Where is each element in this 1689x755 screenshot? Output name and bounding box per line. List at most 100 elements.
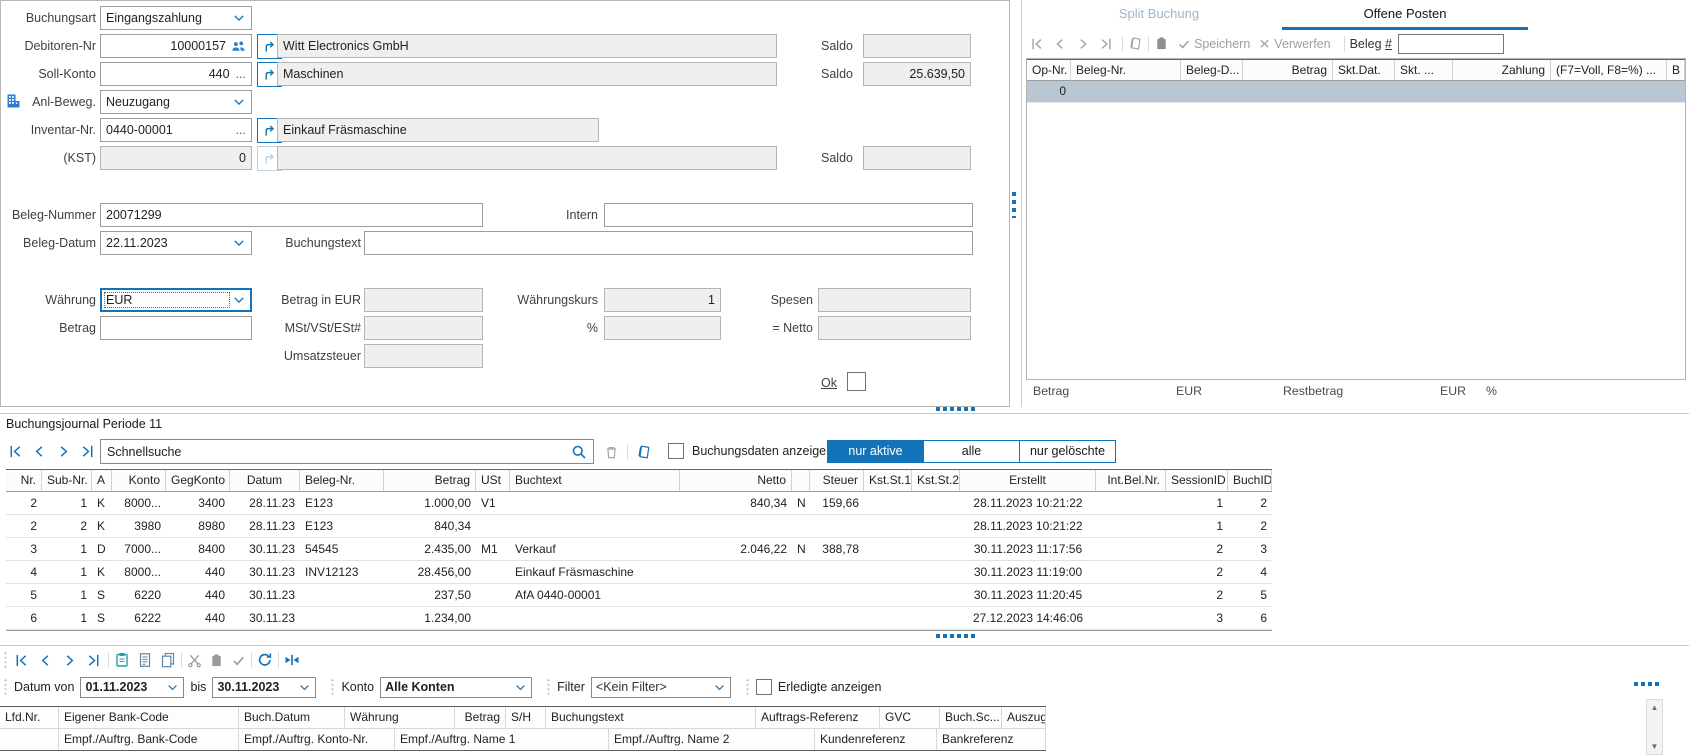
journal-column-header[interactable]: Beleg-Nr. [300,470,384,491]
journal-column-header[interactable]: Erstellt [960,470,1096,491]
tab-split-buchung[interactable]: Split Buchung [1036,0,1282,30]
nav-next-icon[interactable] [62,653,77,668]
bank-column-header[interactable] [0,729,59,750]
table-row[interactable]: 31D7000...840030.11.23545452.435,00M1Ver… [6,538,1272,561]
chevron-down-icon[interactable] [298,680,311,694]
journal-column-header[interactable]: Kst.St.2 [912,470,960,491]
vertical-splitter-handle[interactable] [1012,192,1016,218]
belegdatum-combobox[interactable]: 22.11.2023 [100,231,252,255]
chevron-down-icon[interactable] [232,236,246,251]
anlbeweg-combobox[interactable]: Neuzugang [100,90,252,114]
op-column-header[interactable]: (F7=Voll, F8=%) ... [1551,60,1667,80]
chevron-down-icon[interactable] [232,11,246,26]
vertical-scrollbar[interactable]: ▲ ▼ [1646,699,1663,755]
bank-column-header[interactable]: Empf./Auftrg. Name 1 [395,729,609,750]
datum-von-combobox[interactable]: 01.11.2023 [80,677,184,698]
nav-first-icon[interactable] [14,653,29,668]
book-icon[interactable] [636,444,652,460]
bis-combobox[interactable]: 30.11.2023 [212,677,316,698]
chevron-down-icon[interactable] [713,680,726,694]
quick-search-input[interactable]: Schnellsuche [100,439,594,464]
copy-icon[interactable] [160,652,176,668]
journal-column-header[interactable]: Buchtext [510,470,680,491]
toolbar-gripper[interactable] [546,678,551,696]
op-column-header[interactable]: Betrag [1243,60,1333,80]
table-row[interactable]: 41K8000...44030.11.23INV1212328.456,00Ei… [6,561,1272,584]
op-column-header[interactable]: B [1667,60,1685,80]
tab-offene-posten[interactable]: Offene Posten [1282,0,1528,30]
toolbar-gripper[interactable] [3,651,8,669]
konto-combobox[interactable]: Alle Konten [380,677,532,698]
bank-column-header[interactable]: S/H [506,707,546,728]
bank-column-header[interactable]: Betrag [455,707,506,728]
journal-column-header[interactable]: SessionID [1166,470,1228,491]
journal-column-header[interactable]: USt [476,470,510,491]
horizontal-splitter-handle[interactable] [936,407,976,411]
journal-column-header[interactable] [792,470,810,491]
buchungsart-combobox[interactable]: Eingangszahlung [100,6,252,30]
erledigte-checkbox[interactable] [756,679,772,695]
op-column-header[interactable]: Beleg-Nr. [1071,60,1181,80]
journal-column-header[interactable]: Betrag [384,470,476,491]
chevron-down-icon[interactable] [232,293,246,308]
horizontal-splitter-handle[interactable] [1634,682,1662,686]
waehrung-combobox[interactable]: EUR [100,288,252,312]
op-column-header[interactable]: Beleg-D... [1181,60,1243,80]
journal-column-header[interactable]: BuchID [1228,470,1272,491]
document-icon[interactable] [137,652,153,668]
bank-column-header[interactable]: Kundenreferenz [815,729,937,750]
belegnummer-input[interactable]: 20071299 [100,203,483,227]
debitoren-input[interactable]: 10000157 [100,34,252,58]
ok-checkbox[interactable] [847,372,866,391]
nav-prev-icon[interactable] [38,653,53,668]
chevron-down-icon[interactable] [232,95,246,110]
chevron-down-icon[interactable] [514,680,527,694]
search-icon[interactable] [571,444,587,460]
journal-column-header[interactable]: Datum [230,470,300,491]
op-column-header[interactable]: Zahlung [1453,60,1551,80]
intern-input[interactable] [604,203,973,227]
filter-button-nur-geloeschte[interactable]: nur gelöschte [1019,440,1116,463]
bank-column-header[interactable]: Auszug-Nr. [1002,707,1046,728]
filter-button-alle[interactable]: alle [923,440,1020,463]
beleg-number-input[interactable] [1398,34,1504,54]
table-row[interactable]: 21K8000...340028.11.23E1231.000,00V1840,… [6,492,1272,515]
bank-column-header[interactable]: Lfd.Nr. [0,707,59,728]
buchungsdaten-checkbox[interactable] [668,443,684,459]
journal-column-header[interactable]: Netto [680,470,792,491]
chevron-down-icon[interactable] [166,680,179,694]
nav-prev-icon[interactable] [32,444,47,459]
nav-next-icon[interactable] [56,444,71,459]
journal-column-header[interactable]: Nr. [6,470,42,491]
bank-column-header[interactable]: GVC [880,707,940,728]
toolbar-gripper[interactable] [3,678,8,696]
bank-column-header[interactable]: Buch.Datum [239,707,345,728]
bank-column-header[interactable]: Auftrags-Referenz [756,707,880,728]
bank-column-header[interactable]: Eigener Bank-Code [59,707,239,728]
table-row[interactable]: 22K3980898028.11.23E123840,3428.11.2023 … [6,515,1272,538]
compress-icon[interactable] [284,652,300,668]
nav-last-icon[interactable] [80,444,95,459]
scroll-up-icon[interactable]: ▲ [1647,700,1662,715]
bank-column-header[interactable]: Empf./Auftrg. Name 2 [609,729,815,750]
inventar-input[interactable]: 0440-00001 ... [100,118,252,142]
clipboard-icon[interactable] [114,652,130,668]
journal-column-header[interactable]: Kst.St.1 [864,470,912,491]
bank-column-header[interactable]: Empf./Auftrg. Konto-Nr. [239,729,395,750]
refresh-icon[interactable] [257,652,273,668]
bank-column-header[interactable]: Empf./Auftrg. Bank-Code [59,729,239,750]
nav-last-icon[interactable] [86,653,101,668]
scroll-down-icon[interactable]: ▼ [1647,739,1662,754]
journal-column-header[interactable]: Konto [112,470,166,491]
horizontal-splitter-handle[interactable] [936,634,976,638]
bank-column-header[interactable]: Buch.Sc... [940,707,1002,728]
toolbar-gripper[interactable] [330,678,335,696]
table-row[interactable]: 51S622044030.11.23237,50AfA 0440-0000130… [6,584,1272,607]
op-column-header[interactable]: Op-Nr. [1027,60,1071,80]
journal-column-header[interactable]: A [92,470,112,491]
betrag-input[interactable] [100,316,252,340]
journal-column-header[interactable]: GegKonto [166,470,230,491]
filter-combobox[interactable]: <Kein Filter> [591,677,731,698]
nav-first-icon[interactable] [8,444,23,459]
op-column-header[interactable]: Skt. ... [1395,60,1453,80]
